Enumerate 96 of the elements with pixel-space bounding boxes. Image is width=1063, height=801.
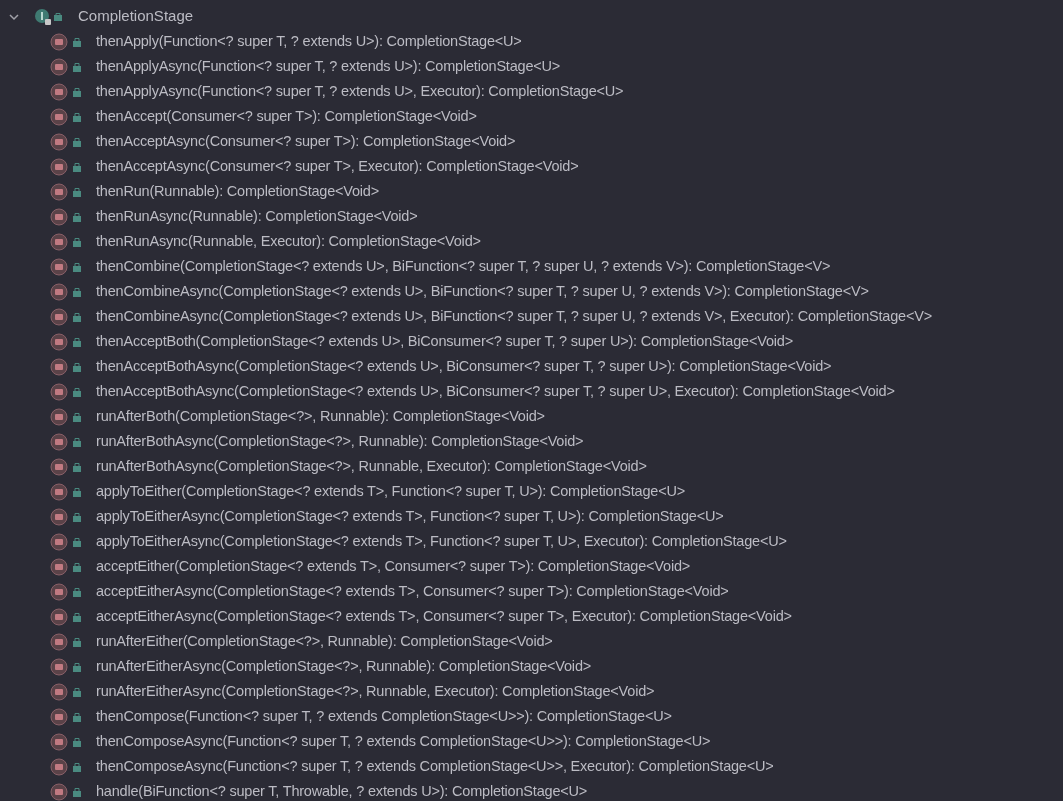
method-signature[interactable]: runAfterEitherAsync(CompletionStage<?>, Runnable, Executor): CompletionStage<Void> bbox=[96, 680, 655, 703]
method-icon bbox=[50, 132, 68, 151]
method-signature[interactable]: thenComposeAsync(Function<? super T, ? extends CompletionStage<U>>): CompletionStage<U> bbox=[96, 730, 711, 753]
method-icon bbox=[50, 707, 68, 726]
lock-icon bbox=[72, 736, 82, 747]
method-icon bbox=[50, 107, 68, 126]
method-icon bbox=[50, 782, 68, 801]
lock-icon bbox=[72, 311, 82, 322]
lock-icon bbox=[72, 536, 82, 547]
method-signature[interactable]: acceptEitherAsync(CompletionStage<? extends T>, Consumer<? super T>, Executor): CompletionStage<Void> bbox=[96, 605, 792, 628]
lock-icon bbox=[72, 486, 82, 497]
method-signature[interactable]: applyToEither(CompletionStage<? extends T>, Function<? super T, U>): CompletionStage<U> bbox=[96, 480, 685, 503]
method-signature[interactable]: thenApplyAsync(Function<? super T, ? extends U>, Executor): CompletionStage<U> bbox=[96, 80, 624, 103]
method-signature[interactable]: thenAcceptBothAsync(CompletionStage<? extends U>, BiConsumer<? super T, ? super U>, Executor): CompletionStage<Void> bbox=[96, 380, 895, 403]
method-icon bbox=[50, 632, 68, 651]
method-signature[interactable]: handle(BiFunction<? super T, Throwable, ? extends U>): CompletionStage<U> bbox=[96, 780, 588, 801]
method-icon bbox=[50, 57, 68, 76]
method-icon bbox=[50, 607, 68, 626]
method-icon bbox=[50, 32, 68, 51]
lock-icon bbox=[72, 186, 82, 197]
lock-icon bbox=[72, 561, 82, 572]
method-signature[interactable]: thenApply(Function<? super T, ? extends U>): CompletionStage<U> bbox=[96, 30, 522, 53]
method-icon bbox=[50, 682, 68, 701]
method-icon bbox=[50, 157, 68, 176]
method-icon bbox=[50, 382, 68, 401]
method-signature[interactable]: thenAcceptBothAsync(CompletionStage<? extends U>, BiConsumer<? super T, ? super U>): CompletionStage<Void> bbox=[96, 355, 832, 378]
method-signature[interactable]: thenAccept(Consumer<? super T>): CompletionStage<Void> bbox=[96, 105, 477, 128]
method-signature[interactable]: thenCompose(Function<? super T, ? extends CompletionStage<U>>): CompletionStage<U> bbox=[96, 705, 672, 728]
method-icon bbox=[50, 457, 68, 476]
lock-icon bbox=[72, 636, 82, 647]
method-icon bbox=[50, 407, 68, 426]
method-signature[interactable]: thenAcceptAsync(Consumer<? super T>, Executor): CompletionStage<Void> bbox=[96, 155, 579, 178]
method-icon bbox=[50, 532, 68, 551]
method-icon bbox=[50, 182, 68, 201]
method-icon bbox=[50, 432, 68, 451]
method-icon bbox=[50, 332, 68, 351]
lock-icon bbox=[72, 686, 82, 697]
lock-icon bbox=[72, 461, 82, 472]
method-signature[interactable]: thenCombineAsync(CompletionStage<? extends U>, BiFunction<? super T, ? super U, ? extends V>, Executor): CompletionStage<V> bbox=[96, 305, 932, 328]
method-icon bbox=[50, 357, 68, 376]
lock-icon bbox=[72, 711, 82, 722]
method-signature[interactable]: applyToEitherAsync(CompletionStage<? extends T>, Function<? super T, U>, Executor): CompletionStage<U> bbox=[96, 530, 787, 553]
method-icon bbox=[50, 507, 68, 526]
lock-icon bbox=[72, 86, 82, 97]
method-signature[interactable]: thenCombineAsync(CompletionStage<? extends U>, BiFunction<? super T, ? super U, ? extends V>): CompletionStage<V> bbox=[96, 280, 869, 303]
lock-icon bbox=[72, 761, 82, 772]
method-icon bbox=[50, 232, 68, 251]
lock-icon bbox=[72, 386, 82, 397]
method-icon bbox=[50, 557, 68, 576]
lock-icon bbox=[72, 261, 82, 272]
method-signature[interactable]: acceptEither(CompletionStage<? extends T>, Consumer<? super T>): CompletionStage<Void> bbox=[96, 555, 691, 578]
method-icon bbox=[50, 582, 68, 601]
lock-icon bbox=[72, 286, 82, 297]
method-signature[interactable]: thenAcceptBoth(CompletionStage<? extends U>, BiConsumer<? super T, ? super U>): CompletionStage<Void> bbox=[96, 330, 793, 353]
lock-icon bbox=[72, 361, 82, 372]
lock-icon bbox=[72, 336, 82, 347]
lock-icon bbox=[72, 411, 82, 422]
method-icon bbox=[50, 732, 68, 751]
method-signature[interactable]: runAfterBoth(CompletionStage<?>, Runnable): CompletionStage<Void> bbox=[96, 405, 545, 428]
lock-icon bbox=[72, 136, 82, 147]
method-icon bbox=[50, 257, 68, 276]
method-signature[interactable]: thenAcceptAsync(Consumer<? super T>): CompletionStage<Void> bbox=[96, 130, 516, 153]
method-signature[interactable]: runAfterEither(CompletionStage<?>, Runnable): CompletionStage<Void> bbox=[96, 630, 553, 653]
tree-node-label[interactable]: CompletionStage bbox=[78, 5, 194, 28]
method-signature[interactable]: thenComposeAsync(Function<? super T, ? extends CompletionStage<U>>, Executor): CompletionStage<U> bbox=[96, 755, 774, 778]
method-icon bbox=[50, 757, 68, 776]
lock-icon bbox=[72, 211, 82, 222]
method-icon bbox=[50, 207, 68, 226]
lock-icon bbox=[72, 661, 82, 672]
method-signature[interactable]: thenApplyAsync(Function<? super T, ? extends U>): CompletionStage<U> bbox=[96, 55, 561, 78]
lock-icon bbox=[72, 611, 82, 622]
lock-icon bbox=[72, 436, 82, 447]
method-signature[interactable]: runAfterEitherAsync(CompletionStage<?>, Runnable): CompletionStage<Void> bbox=[96, 655, 592, 678]
lock-icon bbox=[72, 236, 82, 247]
lock-icon bbox=[54, 12, 62, 21]
method-signature[interactable]: acceptEitherAsync(CompletionStage<? extends T>, Consumer<? super T>): CompletionStage<Void> bbox=[96, 580, 729, 603]
interface-icon bbox=[34, 7, 52, 26]
method-icon bbox=[50, 82, 68, 101]
lock-icon bbox=[72, 111, 82, 122]
method-icon bbox=[50, 657, 68, 676]
lock-icon bbox=[72, 36, 82, 47]
lock-icon bbox=[72, 786, 82, 797]
method-signature[interactable]: runAfterBothAsync(CompletionStage<?>, Runnable, Executor): CompletionStage<Void> bbox=[96, 455, 647, 478]
method-signature[interactable]: thenRunAsync(Runnable, Executor): CompletionStage<Void> bbox=[96, 230, 481, 253]
method-icon bbox=[50, 307, 68, 326]
lock-icon bbox=[72, 586, 82, 597]
method-signature[interactable]: thenRun(Runnable): CompletionStage<Void> bbox=[96, 180, 379, 203]
method-icon bbox=[50, 282, 68, 301]
lock-icon bbox=[72, 161, 82, 172]
method-signature[interactable]: thenCombine(CompletionStage<? extends U>, BiFunction<? super T, ? super U, ? extends V>): CompletionStage<V> bbox=[96, 255, 831, 278]
lock-icon bbox=[72, 511, 82, 522]
method-signature[interactable]: runAfterBothAsync(CompletionStage<?>, Runnable): CompletionStage<Void> bbox=[96, 430, 584, 453]
lock-icon bbox=[72, 61, 82, 72]
method-signature[interactable]: applyToEitherAsync(CompletionStage<? extends T>, Function<? super T, U>): CompletionStage<U> bbox=[96, 505, 724, 528]
method-icon bbox=[50, 482, 68, 501]
method-signature[interactable]: thenRunAsync(Runnable): CompletionStage<Void> bbox=[96, 205, 418, 228]
